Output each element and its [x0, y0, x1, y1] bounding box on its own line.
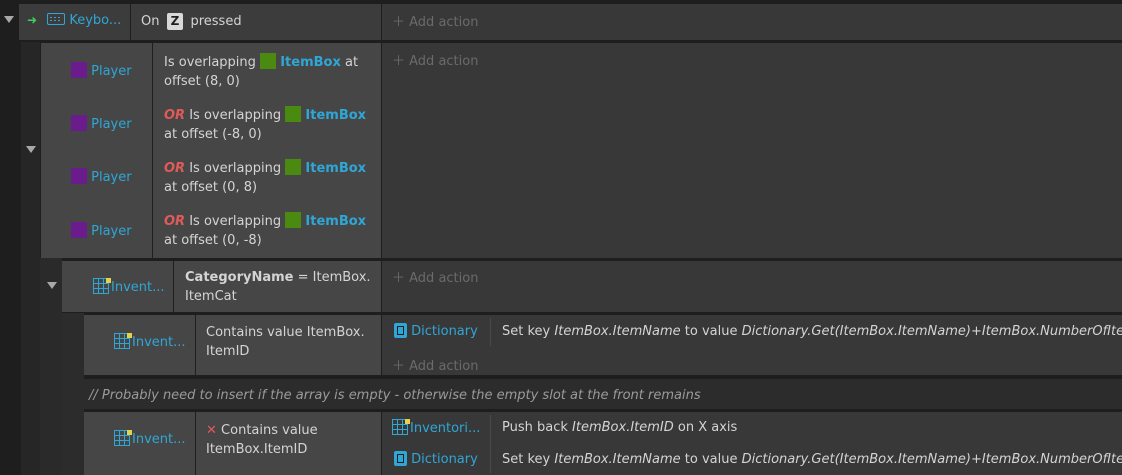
dictionary-icon [394, 323, 407, 338]
action-text[interactable]: Push back ItemBox.ItemID on X axis [502, 420, 737, 435]
keyboard-icon [47, 13, 66, 25]
category-action-area[interactable]: ＋ Add action [382, 261, 1122, 312]
action-divider [490, 415, 491, 473]
condition-row[interactable]: Player Is overlapping ItemBox at offset … [41, 50, 381, 94]
subevent-collapse-toggle[interactable] [26, 146, 36, 153]
condition-row[interactable]: Player OR Is overlapping ItemBox at offs… [41, 156, 381, 200]
itembox-icon [285, 106, 302, 122]
itembox-icon [285, 212, 302, 228]
itembox-icon [285, 159, 302, 175]
condition-row[interactable]: Player OR Is overlapping ItemBox at offs… [41, 209, 381, 253]
array-icon [114, 430, 132, 446]
tree-guide [40, 258, 62, 475]
action-object-cell[interactable]: Dictionary [382, 446, 490, 474]
player-icon [71, 62, 87, 78]
action-text[interactable]: Set key ItemBox.ItemName to value Dictio… [502, 452, 1122, 467]
array-icon [392, 419, 410, 435]
condition-row[interactable]: Player OR Is overlapping ItemBox at offs… [41, 103, 381, 147]
itembox-icon [260, 53, 277, 69]
trigger-object-name: Keybo... [69, 13, 122, 28]
comment-row[interactable]: // Probably need to insert if the array … [84, 379, 1122, 409]
event-trigger-object[interactable]: ➜ Keybo... [19, 4, 130, 40]
key-badge: Z [166, 13, 184, 30]
action-text[interactable]: Set key ItemBox.ItemName to value Dictio… [502, 324, 1122, 339]
or-keyword: OR [164, 108, 186, 123]
array-icon [93, 278, 111, 294]
contains-object-cell[interactable]: Invent... [84, 315, 195, 375]
event-trigger-condition[interactable]: On Z pressed [131, 4, 381, 40]
action-object-cell[interactable]: Inventori... [382, 414, 490, 444]
or-keyword: OR [164, 214, 186, 229]
add-action-button[interactable]: ＋ Add action [392, 15, 478, 30]
tree-guide [21, 42, 40, 475]
event-collapse-toggle[interactable] [4, 16, 14, 23]
trigger-arrow-icon: ➜ [27, 13, 38, 27]
action-area[interactable]: ＋ Add action [382, 4, 1122, 40]
player-icon [71, 168, 87, 184]
dictionary-icon [394, 451, 407, 466]
player-icon [71, 115, 87, 131]
add-action-button[interactable]: ＋ Add action [392, 271, 478, 286]
overlap-action-area[interactable]: ＋ Add action [382, 43, 1122, 258]
action-object-cell[interactable]: Dictionary [382, 315, 490, 349]
add-action-button[interactable]: ＋ Add action [392, 54, 478, 69]
player-icon [71, 222, 87, 238]
invert-icon: ✕ [206, 423, 217, 438]
or-keyword: OR [164, 161, 186, 176]
subevent-collapse-toggle[interactable] [47, 282, 57, 289]
not-contains-condition-cell[interactable]: ✕ Contains value ItemBox.ItemID [196, 412, 381, 475]
tree-guide [62, 313, 84, 475]
action-divider [490, 318, 491, 346]
category-condition-cell[interactable]: CategoryName = ItemBox. ItemCat [174, 261, 381, 312]
add-action-button[interactable]: ＋ Add action [392, 355, 478, 374]
category-object-cell[interactable]: Invent... [62, 261, 173, 312]
contains-condition-cell[interactable]: Contains value ItemBox. ItemID [196, 315, 381, 375]
array-icon [114, 333, 132, 349]
not-contains-object-cell[interactable]: Invent... [84, 412, 195, 475]
